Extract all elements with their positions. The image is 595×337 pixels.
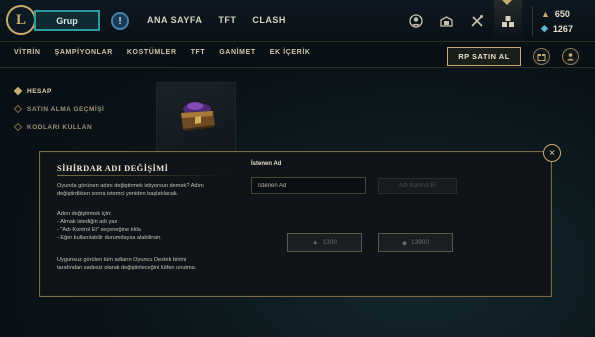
account-nav-label: HESAP — [27, 87, 52, 95]
title-divider — [57, 175, 229, 176]
modal-title: SİHİRDAR ADI DEĞİŞİMİ — [57, 163, 169, 173]
blue-essence-price: 13900 — [410, 239, 430, 246]
collection-icon[interactable] — [438, 13, 454, 29]
account-icon[interactable] — [562, 48, 579, 65]
loot-icon[interactable] — [469, 13, 485, 29]
warning-line-1: Uygunsuz görülen tüm adların Oyuncu Dest… — [57, 257, 187, 263]
name-change-modal: SİHİRDAR ADI DEĞİŞİMİ Oyunda görünen adı… — [39, 151, 552, 297]
profile-icon[interactable] — [408, 13, 424, 29]
store-tab-loot[interactable]: GANİMET — [219, 49, 255, 56]
diamond-icon — [13, 122, 23, 132]
nav-clash[interactable]: CLASH — [252, 15, 286, 25]
rp-value: 650 — [554, 9, 570, 19]
desired-name-label: İstenen Ad — [251, 161, 282, 167]
diamond-icon — [13, 86, 23, 96]
blue-essence-value: 1267 — [552, 23, 573, 34]
store-icon[interactable] — [500, 13, 516, 29]
account-nav-item-redeem-codes[interactable]: KODLARI KULLAN — [13, 118, 104, 136]
rp-price: 1300 — [322, 239, 337, 246]
close-modal-button[interactable]: × — [543, 144, 561, 162]
intro-line-2: değiştirdikten sonra istemci yeniden baş… — [57, 191, 179, 197]
modal-intro-text: Oyunda görünen adını değiştirmek istiyor… — [57, 182, 257, 198]
header-divider — [532, 6, 533, 36]
instruction-line-1: Adını değiştirmek için: — [57, 211, 112, 217]
rp-icon: ▲ — [312, 239, 319, 246]
main-nav: ANA SAYFA TFT CLASH — [147, 15, 286, 25]
rp-icon: ▲ — [541, 9, 550, 19]
blue-essence-icon: ◆ — [541, 23, 548, 33]
store-tab-skins[interactable]: KOSTÜMLER — [127, 49, 177, 56]
buy-rp-button[interactable]: RP SATIN AL — [447, 47, 521, 66]
chest-icon — [181, 102, 215, 131]
desired-name-input[interactable] — [251, 177, 366, 194]
nav-tft[interactable]: TFT — [218, 15, 236, 25]
notification-icon[interactable]: ! — [111, 12, 129, 30]
store-tab-accessories[interactable]: EK İÇERİK — [270, 49, 311, 56]
store-tab-tft[interactable]: TFT — [191, 49, 206, 56]
league-logo-button[interactable]: L — [6, 5, 36, 35]
instruction-line-3: - "Adı Kontrol Et" seçeneğine tıkla — [57, 227, 141, 233]
account-nav-label: SATIN ALMA GEÇMİŞİ — [27, 105, 105, 113]
account-nav-label: KODLARI KULLAN — [27, 123, 93, 131]
instruction-line-4: - Eğer kullanılabilir durumdaysa alabili… — [57, 235, 162, 241]
top-bar: L Grup ! ANA SAYFA TFT CLASH ▲ 650 ◆ 126… — [0, 0, 595, 42]
account-nav-item-account[interactable]: HESAP — [13, 82, 104, 100]
store-tab-featured[interactable]: VİTRİN — [14, 49, 41, 56]
gift-icon[interactable] — [533, 48, 550, 65]
rp-balance: ▲ 650 — [541, 9, 570, 19]
warning-line-2: tarafından sadesiz olarak değiştirileceğ… — [57, 265, 197, 271]
buy-with-rp-button[interactable]: ▲ 1300 — [287, 233, 362, 252]
diamond-icon — [13, 104, 23, 114]
blue-essence-balance: ◆ 1267 — [541, 23, 573, 34]
account-nav: HESAP SATIN ALMA GEÇMİŞİ KODLARI KULLAN — [13, 82, 105, 136]
account-nav-item-purchase-history[interactable]: SATIN ALMA GEÇMİŞİ — [13, 100, 105, 118]
modal-instructions-text: Adını değiştirmek için: - Almak istediği… — [57, 210, 257, 242]
modal-warning-text: Uygunsuz görülen tüm adların Oyuncu Dest… — [57, 256, 257, 272]
active-tab-marker — [502, 0, 512, 5]
intro-line-1: Oyunda görünen adını değiştirmek istiyor… — [57, 183, 204, 189]
play-button[interactable]: Grup — [34, 10, 100, 31]
summoner-name-change-card[interactable] — [156, 82, 236, 152]
blue-essence-icon: ◆ — [401, 239, 407, 247]
store-tab-champions[interactable]: ŞAMPİYONLAR — [55, 49, 113, 56]
buy-with-blue-essence-button[interactable]: ◆ 13900 — [378, 233, 453, 252]
instruction-line-2: - Almak istediğin adı yaz — [57, 219, 118, 225]
nav-home[interactable]: ANA SAYFA — [147, 15, 202, 25]
client-window: L Grup ! ANA SAYFA TFT CLASH ▲ 650 ◆ 126… — [0, 0, 595, 337]
check-name-button[interactable]: Adı Kontrol Et — [378, 178, 457, 194]
